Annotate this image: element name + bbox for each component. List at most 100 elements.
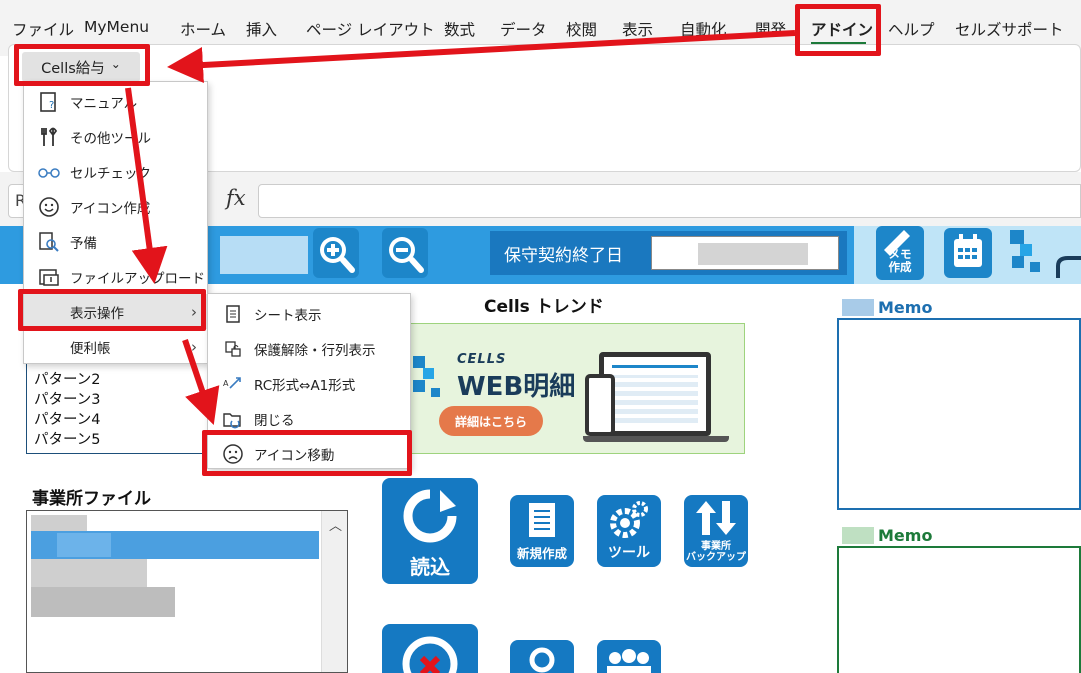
blurred-row bbox=[31, 559, 147, 587]
phone-screenshot bbox=[585, 374, 615, 436]
highlight-addins-tab bbox=[795, 4, 881, 56]
convert-icon: A bbox=[222, 373, 244, 395]
cells-logo-mark-icon bbox=[413, 356, 440, 397]
zoom-in-icon bbox=[320, 237, 355, 273]
tab-data[interactable]: データ bbox=[500, 18, 547, 40]
tab-mymenu[interactable]: MyMenu bbox=[84, 18, 149, 36]
scroll-up-icon[interactable]: ︿ bbox=[329, 515, 342, 534]
submenu-item-rc-a1[interactable]: A RC形式⇔A1形式 bbox=[208, 366, 410, 401]
memo2-swatch bbox=[842, 527, 874, 544]
tool-button[interactable]: ツール bbox=[597, 495, 661, 567]
refresh-icon bbox=[403, 489, 457, 543]
svg-text:?: ? bbox=[49, 100, 54, 111]
memo1-header: Memo bbox=[842, 298, 932, 317]
submenu-item-label: シート表示 bbox=[254, 307, 322, 324]
tab-review[interactable]: 校閲 bbox=[566, 18, 597, 40]
menu-item-label: ファイルアップロード bbox=[70, 270, 205, 287]
banner-detail-button[interactable]: 詳細はこちら bbox=[439, 406, 543, 436]
zoom-in-button[interactable] bbox=[313, 228, 359, 278]
menu-item-reserve[interactable]: 予備 bbox=[24, 224, 207, 259]
tab-home[interactable]: ホーム bbox=[180, 18, 226, 40]
zoom-out-button[interactable] bbox=[382, 228, 428, 278]
glasses-icon bbox=[38, 161, 60, 183]
scrollbar[interactable]: ︿ bbox=[321, 511, 347, 672]
backup-button[interactable]: 事業所 バックアップ bbox=[684, 495, 748, 567]
new-create-label: 新規作成 bbox=[516, 546, 567, 562]
smiley-icon bbox=[38, 196, 60, 218]
users-icon bbox=[607, 649, 651, 673]
calendar-button[interactable] bbox=[944, 228, 992, 278]
tab-help[interactable]: ヘルプ bbox=[888, 18, 935, 40]
read-label: 読込 bbox=[410, 555, 450, 579]
blurred-date bbox=[698, 243, 808, 265]
formula-input[interactable] bbox=[258, 184, 1081, 218]
memo2-header: Memo bbox=[842, 526, 932, 545]
contract-end-text: 保守契約終了日 bbox=[504, 245, 623, 266]
banner-title: WEB明細 bbox=[457, 372, 576, 402]
list-item[interactable]: パターン4 bbox=[34, 408, 101, 429]
read-button[interactable]: 読込 bbox=[382, 478, 478, 584]
web-meisai-banner[interactable]: CELLS WEB明細 詳細はこちら bbox=[384, 323, 745, 454]
tab-page-layout[interactable]: ページ レイアウト bbox=[306, 18, 435, 40]
highlight-display-operation bbox=[18, 289, 206, 331]
memo-create-button[interactable]: メモ 作成 bbox=[876, 226, 924, 280]
laptop-screenshot bbox=[599, 352, 711, 436]
tab-file[interactable]: ファイル bbox=[12, 18, 74, 40]
delete-button[interactable] bbox=[382, 624, 478, 673]
jigyosho-file-list[interactable]: ︿ bbox=[26, 510, 348, 673]
new-create-button[interactable]: 新規作成 bbox=[510, 495, 574, 567]
tool-label: ツール bbox=[608, 544, 650, 561]
memo-create-label-2: 作成 bbox=[888, 259, 912, 274]
cells-logo-icon bbox=[1010, 230, 1081, 278]
submenu-item-label: 保護解除・行列表示 bbox=[254, 342, 376, 359]
up-down-arrows-icon bbox=[696, 501, 736, 535]
search-icon bbox=[529, 647, 555, 673]
sheet-icon bbox=[222, 303, 244, 325]
calendar-icon bbox=[954, 234, 982, 267]
memo2-textbox[interactable] bbox=[837, 546, 1081, 673]
tab-automate[interactable]: 自動化 bbox=[680, 18, 727, 40]
list-item[interactable]: パターン3 bbox=[34, 388, 101, 409]
list-item[interactable]: パターン5 bbox=[34, 428, 101, 449]
laptop-base bbox=[583, 436, 729, 442]
tab-formulas[interactable]: 数式 bbox=[444, 18, 475, 40]
search-button[interactable] bbox=[510, 640, 574, 673]
submenu-item-unprotect[interactable]: 保護解除・行列表示 bbox=[208, 331, 410, 366]
banner-input-field[interactable] bbox=[220, 236, 308, 274]
backup-label-1: 事業所 bbox=[701, 541, 731, 552]
users-button[interactable] bbox=[597, 640, 661, 673]
menu-item-label: その他ツール bbox=[70, 130, 151, 147]
manual-icon: ? bbox=[38, 91, 60, 113]
function-icon[interactable]: fx bbox=[226, 186, 246, 210]
menu-item-other-tools[interactable]: その他ツール bbox=[24, 119, 207, 154]
menu-item-manual[interactable]: ? マニュアル bbox=[24, 84, 207, 119]
menu-item-handbook[interactable]: 便利帳 › bbox=[24, 329, 207, 364]
menu-item-icon-create[interactable]: アイコン作成 bbox=[24, 189, 207, 224]
tab-cells-support[interactable]: セルズサポート bbox=[955, 18, 1064, 40]
submenu-item-sheet-display[interactable]: シート表示 bbox=[208, 296, 410, 331]
submenu-item-label: 閉じる bbox=[254, 412, 295, 429]
memo1-swatch bbox=[842, 299, 874, 316]
memo1-textbox[interactable] bbox=[837, 318, 1081, 510]
menu-item-cell-check[interactable]: セルチェック bbox=[24, 154, 207, 189]
upload-icon bbox=[38, 266, 60, 288]
memo2-title: Memo bbox=[878, 526, 933, 545]
backup-label-2: バックアップ bbox=[686, 552, 746, 563]
zoom-out-icon bbox=[389, 237, 424, 273]
svg-text:A: A bbox=[223, 379, 229, 388]
submenu-arrow-icon: › bbox=[191, 337, 197, 356]
tab-view[interactable]: 表示 bbox=[622, 18, 653, 40]
list-item[interactable]: パターン2 bbox=[34, 368, 101, 389]
banner-brand: CELLS bbox=[457, 352, 507, 367]
blurred-row bbox=[57, 533, 111, 557]
contract-end-date-field bbox=[651, 236, 839, 270]
blurred-row bbox=[31, 587, 175, 617]
close-folder-icon bbox=[222, 408, 244, 430]
gear-icon bbox=[610, 501, 648, 538]
menu-item-label: 便利帳 bbox=[70, 340, 111, 357]
delete-icon bbox=[402, 636, 458, 673]
menu-item-label: 予備 bbox=[70, 235, 97, 252]
tab-developer[interactable]: 開発 bbox=[755, 18, 786, 40]
tab-insert[interactable]: 挿入 bbox=[246, 18, 277, 40]
highlight-icon-move bbox=[202, 430, 412, 476]
